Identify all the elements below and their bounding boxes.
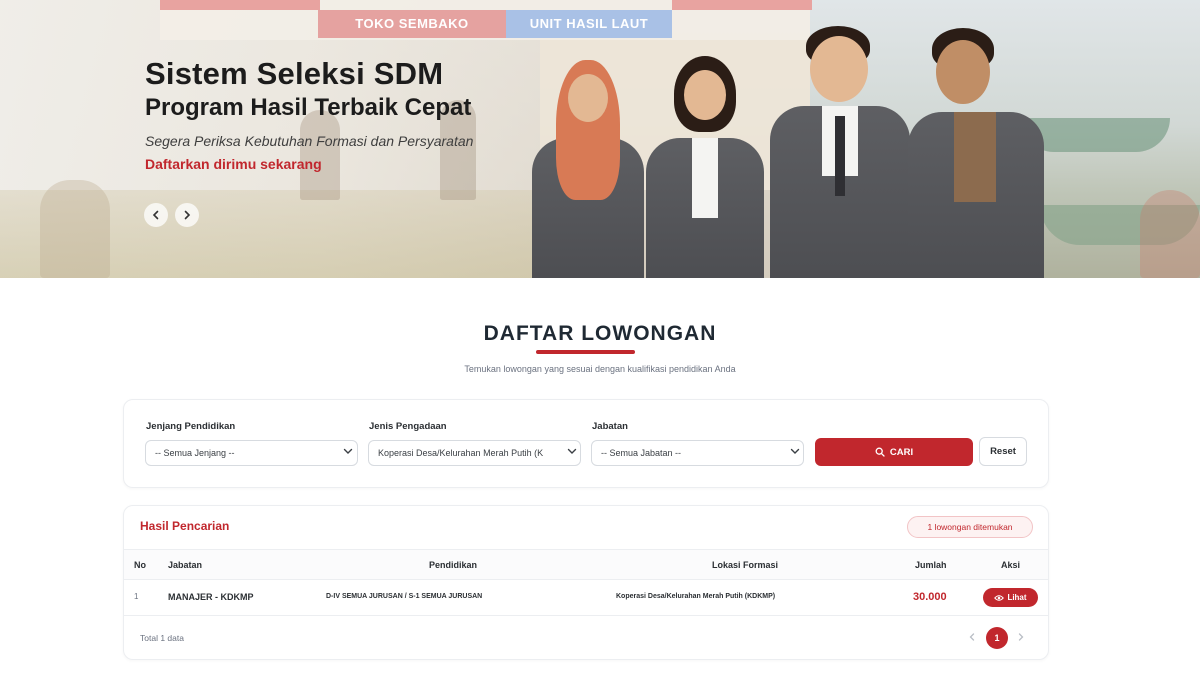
hero-background-stall-strip [160, 0, 320, 10]
hero-banner: TOKO SEMBAKO UNIT HASIL LAUT Sistem Sele… [0, 0, 1200, 278]
table-header [124, 549, 1048, 580]
pengadaan-select[interactable]: Koperasi Desa/Kelurahan Merah Putih (K [368, 440, 581, 466]
results-title: Hasil Pencarian [140, 519, 230, 533]
hero-person-1 [532, 60, 644, 278]
hero-background-figure [300, 110, 340, 200]
column-header-pendidikan: Pendidikan [429, 560, 478, 570]
hero-background-sign: UNIT HASIL LAUT [506, 10, 672, 38]
hero-background-stall-strip [672, 0, 812, 10]
chevron-down-icon [790, 448, 800, 454]
hero-person-3 [770, 26, 910, 278]
hero-tagline: Segera Periksa Kebutuhan Formasi dan Per… [145, 133, 474, 149]
row-lokasi: Koperasi Desa/Kelurahan Merah Putih (KDK… [616, 593, 776, 600]
chevron-left-icon [152, 210, 159, 220]
hero-background-figure [1140, 190, 1200, 278]
chevron-left-icon[interactable] [968, 633, 976, 641]
row-jumlah: 30.000 [913, 591, 947, 603]
jabatan-select[interactable]: -- Semua Jabatan -- [591, 440, 804, 466]
search-button[interactable]: CARI [815, 438, 973, 466]
carousel-next-button[interactable] [175, 203, 199, 227]
results-count-badge: 1 lowongan ditemukan [907, 516, 1033, 538]
row-divider [124, 615, 1048, 616]
search-button-label: CARI [889, 446, 914, 458]
column-header-aksi: Aksi [1001, 560, 1021, 570]
total-count: Total 1 data [140, 633, 184, 643]
hero-person-4 [908, 28, 1044, 278]
chevron-right-icon[interactable] [1017, 633, 1025, 641]
chevron-down-icon [343, 448, 353, 454]
hero-subtitle: Program Hasil Terbaik Cepat [145, 94, 472, 121]
hero-title: Sistem Seleksi SDM [145, 56, 444, 91]
row-number: 1 [134, 592, 139, 601]
column-header-no: No [134, 560, 146, 570]
hero-background-figure [40, 180, 110, 278]
pengadaan-label: Jenis Pengadaan [369, 421, 447, 432]
row-jabatan: MANAJER - KDKMP [168, 592, 254, 602]
jabatan-label: Jabatan [592, 421, 628, 432]
hero-background-sign: TOKO SEMBAKO [318, 10, 506, 38]
row-pendidikan: D-IV SEMUA JURUSAN / S-1 SEMUA JURUSAN [326, 593, 483, 600]
chevron-down-icon [567, 448, 577, 454]
column-header-jabatan: Jabatan [168, 560, 203, 570]
view-button-label: Lihat [1007, 593, 1027, 602]
column-header-lokasi: Lokasi Formasi [712, 560, 779, 570]
section-description: Temukan lowongan yang sesuai dengan kual… [464, 364, 736, 374]
register-link[interactable]: Daftarkan dirimu sekarang [145, 156, 322, 172]
jenjang-select[interactable]: -- Semua Jenjang -- [145, 440, 358, 466]
eye-icon [994, 594, 1005, 601]
pagination-page-current[interactable]: 1 [986, 627, 1008, 649]
section-title: DAFTAR LOWONGAN [483, 322, 717, 345]
reset-button[interactable]: Reset [979, 437, 1027, 466]
title-underline [536, 350, 635, 354]
search-icon [875, 447, 885, 457]
jenjang-label: Jenjang Pendidikan [146, 421, 236, 432]
column-header-jumlah: Jumlah [915, 560, 947, 570]
chevron-right-icon [184, 210, 191, 220]
view-button[interactable]: Lihat [983, 588, 1038, 607]
carousel-prev-button[interactable] [144, 203, 168, 227]
hero-person-2 [646, 56, 764, 278]
